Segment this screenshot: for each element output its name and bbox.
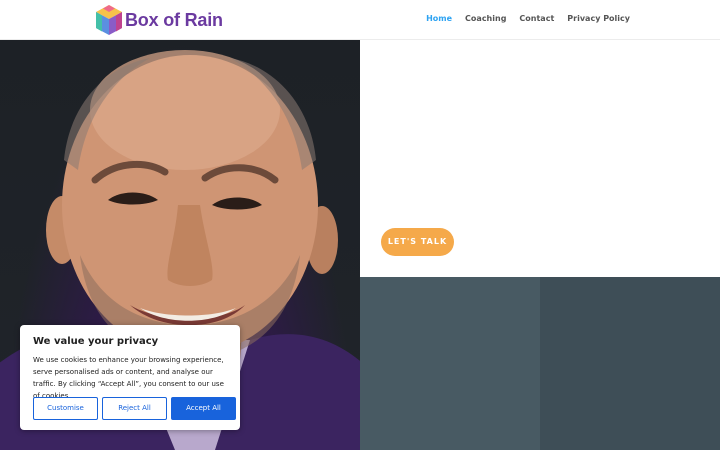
nav-privacy-policy[interactable]: Privacy Policy <box>567 14 630 23</box>
site-header: Box of Rain Home Coaching Contact Privac… <box>0 0 720 40</box>
main-nav: Home Coaching Contact Privacy Policy <box>426 14 630 23</box>
cookie-description: We use cookies to enhance your browsing … <box>33 356 224 400</box>
box-logo-icon <box>96 5 122 35</box>
reject-all-button[interactable]: Reject All <box>102 397 167 420</box>
cookie-title: We value your privacy <box>33 336 159 347</box>
nav-home[interactable]: Home <box>426 14 452 23</box>
slate-panel-left <box>360 277 540 450</box>
cookie-consent-banner: We value your privacy We use cookies to … <box>20 325 240 430</box>
nav-coaching[interactable]: Coaching <box>465 14 506 23</box>
brand-name: Box of Rain <box>125 9 223 30</box>
hero-content-panel: LET'S TALK <box>360 40 720 277</box>
lets-talk-button[interactable]: LET'S TALK <box>381 228 454 256</box>
cookie-button-group: Customise Reject All Accept All <box>33 397 236 420</box>
nav-contact[interactable]: Contact <box>519 14 554 23</box>
accept-all-button[interactable]: Accept All <box>171 397 236 420</box>
site-logo[interactable]: Box of Rain <box>95 4 223 36</box>
customise-button[interactable]: Customise <box>33 397 98 420</box>
slate-panel-right <box>540 277 720 450</box>
